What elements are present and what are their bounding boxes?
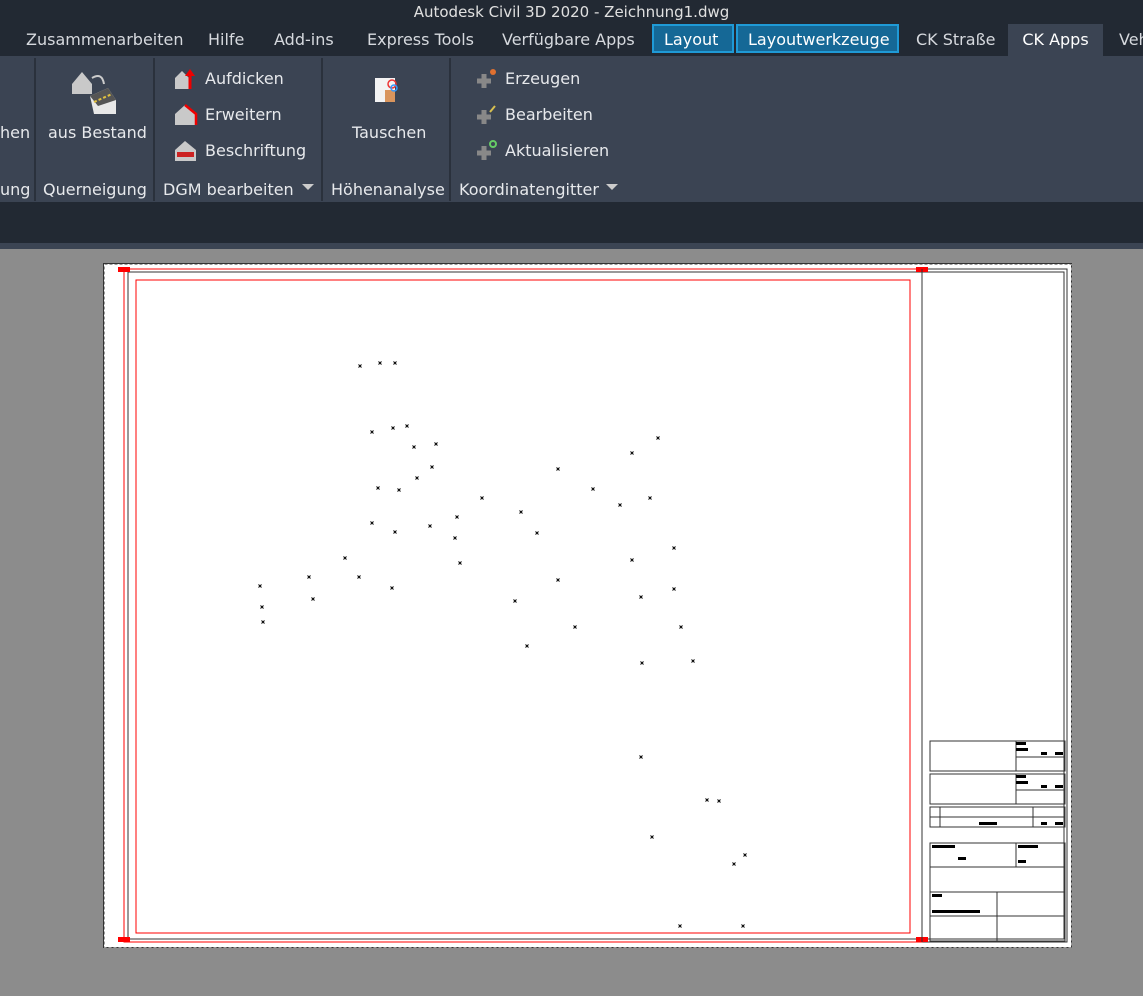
survey-point-marker <box>743 853 747 857</box>
survey-point-marker <box>258 584 262 588</box>
survey-point-marker <box>378 361 382 365</box>
erzeugen-button[interactable]: Erzeugen <box>505 69 580 88</box>
survey-point-marker <box>630 558 634 562</box>
survey-point-marker <box>525 644 529 648</box>
tauschen-button[interactable]: Tauschen <box>352 123 426 142</box>
survey-point-marker <box>343 556 347 560</box>
ribbon-tabs: Zusammenarbeiten Hilfe Add-ins Express T… <box>0 24 1143 56</box>
survey-point-marker <box>358 364 362 368</box>
survey-point-marker <box>260 605 264 609</box>
ribbon-panel: hen ung aus Bestand Querneigung Aufdicke… <box>0 56 1143 202</box>
survey-point-marker <box>261 620 265 624</box>
survey-point-marker <box>434 442 438 446</box>
tab-ck-strasse[interactable]: CK Straße <box>906 24 1005 56</box>
bearbeiten-icon <box>477 105 496 124</box>
survey-point-marker <box>357 575 361 579</box>
survey-point-marker <box>618 503 622 507</box>
tab-layout[interactable]: Layout <box>652 24 734 53</box>
tab-layoutwerkzeuge[interactable]: Layoutwerkzeuge <box>736 24 899 53</box>
survey-point-marker <box>535 531 539 535</box>
tab-ck-apps[interactable]: CK Apps <box>1008 24 1103 56</box>
survey-point-marker <box>393 530 397 534</box>
survey-point-marker <box>428 524 432 528</box>
survey-point-marker <box>556 578 560 582</box>
panel-label-koordinatengitter[interactable]: Koordinatengitter <box>459 180 599 199</box>
command-strip <box>0 202 1143 243</box>
survey-point-marker <box>415 476 419 480</box>
survey-point-marker <box>391 426 395 430</box>
tab-express-tools[interactable]: Express Tools <box>357 24 484 56</box>
survey-point-marker <box>691 659 695 663</box>
panel-label-querneigung: Querneigung <box>43 180 147 199</box>
survey-point-marker <box>556 467 560 471</box>
panel-label-dgm-bearbeiten[interactable]: DGM bearbeiten <box>163 180 294 199</box>
querneigung-icon <box>72 72 116 114</box>
survey-point-marker <box>390 586 394 590</box>
tab-verfuegbare-apps[interactable]: Verfügbare Apps <box>492 24 645 56</box>
survey-point-marker <box>630 451 634 455</box>
tab-hilfe[interactable]: Hilfe <box>198 24 254 56</box>
window-title: Autodesk Civil 3D 2020 - Zeichnung1.dwg <box>413 3 730 21</box>
survey-point-marker <box>480 496 484 500</box>
chevron-down-icon[interactable] <box>606 184 618 192</box>
panel-label-hoehenanalyse: Höhenanalyse <box>331 180 445 199</box>
viewport-outer-frame <box>123 268 923 943</box>
survey-point-marker <box>307 575 311 579</box>
survey-point-marker <box>376 486 380 490</box>
title-bar: Autodesk Civil 3D 2020 - Zeichnung1.dwg <box>0 0 1143 24</box>
bearbeiten-button[interactable]: Bearbeiten <box>505 105 593 124</box>
survey-point-marker <box>678 924 682 928</box>
chevron-down-icon[interactable] <box>302 184 314 192</box>
survey-point-marker <box>370 430 374 434</box>
survey-point-marker <box>453 536 457 540</box>
survey-point-marker <box>640 661 644 665</box>
erzeugen-icon <box>477 69 496 88</box>
survey-point-marker <box>656 436 660 440</box>
survey-point-marker <box>679 625 683 629</box>
erweitern-button[interactable]: Erweitern <box>205 105 282 124</box>
survey-point-marker <box>397 488 401 492</box>
survey-point-marker <box>717 799 721 803</box>
erweitern-icon <box>175 104 198 125</box>
survey-point-marker <box>672 546 676 550</box>
survey-point-marker <box>458 561 462 565</box>
layout-sheet[interactable] <box>103 263 1072 948</box>
survey-point-marker <box>412 445 416 449</box>
survey-point-marker <box>705 798 709 802</box>
survey-point-marker <box>672 587 676 591</box>
survey-point-marker <box>639 595 643 599</box>
drawing-canvas <box>104 264 1072 948</box>
survey-point-marker <box>648 496 652 500</box>
survey-point-marker <box>519 510 523 514</box>
survey-point-marker <box>513 599 517 603</box>
partial-panel-label: ung <box>0 180 31 199</box>
survey-point-marker <box>741 924 745 928</box>
survey-point-marker <box>650 835 654 839</box>
aktualisieren-button[interactable]: Aktualisieren <box>505 141 609 160</box>
survey-point-marker <box>591 487 595 491</box>
survey-point-marker <box>430 465 434 469</box>
beschriftung-icon <box>175 141 196 161</box>
aufdicken-icon <box>175 69 195 89</box>
viewport-frame <box>135 279 911 934</box>
aufdicken-button[interactable]: Aufdicken <box>205 69 284 88</box>
aus-bestand-button[interactable]: aus Bestand <box>48 123 147 142</box>
survey-point-marker <box>573 625 577 629</box>
partial-button[interactable]: hen <box>0 123 30 142</box>
tab-zusammenarbeiten[interactable]: Zusammenarbeiten <box>16 24 193 56</box>
beschriftung-button[interactable]: Beschriftung <box>205 141 306 160</box>
tab-add-ins[interactable]: Add-ins <box>264 24 344 56</box>
tab-veh[interactable]: Veh <box>1109 24 1143 56</box>
survey-point-marker <box>311 597 315 601</box>
survey-point-marker <box>405 424 409 428</box>
survey-point-marker <box>370 521 374 525</box>
survey-point-marker <box>455 515 459 519</box>
aktualisieren-icon <box>477 140 497 160</box>
tauschen-icon <box>375 78 398 102</box>
survey-point-marker <box>639 755 643 759</box>
survey-point-marker <box>732 862 736 866</box>
survey-point-marker <box>393 361 397 365</box>
